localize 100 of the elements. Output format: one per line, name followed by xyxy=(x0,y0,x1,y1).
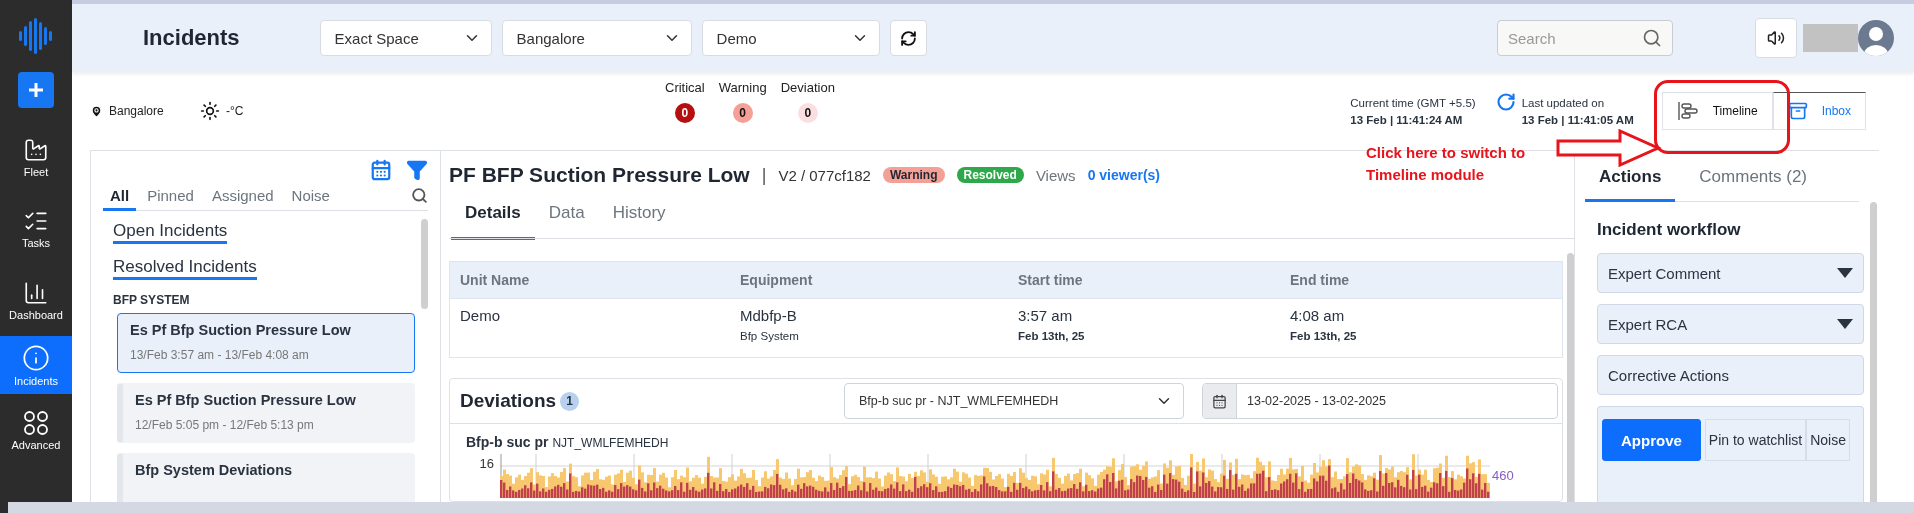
axis-label: 16 xyxy=(478,456,494,471)
filter-tab[interactable]: Assigned xyxy=(204,187,281,211)
user-name-block xyxy=(1803,24,1858,52)
last-updated-value: 13 Feb | 11:41:05 AM xyxy=(1521,113,1634,126)
avatar-icon[interactable] xyxy=(1858,20,1894,56)
version-text: V2 / 077cf182 xyxy=(778,166,871,184)
group-heading: BFP SYSTEM xyxy=(113,293,191,307)
column-header: Equipment xyxy=(730,262,1008,299)
table-cell-text: Mdbfp-B xyxy=(740,307,798,324)
filter-dropdown[interactable]: Demo xyxy=(701,20,880,56)
panel-tab[interactable]: Actions xyxy=(1585,167,1676,202)
axis-label: 460 xyxy=(1492,468,1515,483)
temperature-text: -°C xyxy=(226,104,244,118)
nav-item[interactable]: Advanced xyxy=(0,394,72,466)
current-time-label: Current time (GMT +5.5) xyxy=(1350,96,1476,109)
grid-icon xyxy=(23,409,49,436)
severity-label: Deviation xyxy=(780,79,835,95)
scrollbar[interactable] xyxy=(1567,253,1574,502)
views-label: Views xyxy=(1035,166,1076,184)
workflow-title: Incident workflow xyxy=(1597,220,1742,240)
detail-tab[interactable]: Details xyxy=(451,203,535,240)
refresh-button[interactable] xyxy=(889,20,927,56)
action-button[interactable]: Noise xyxy=(1806,419,1850,461)
refresh-icon[interactable] xyxy=(1495,92,1516,112)
last-updated-label: Last updated on xyxy=(1521,96,1606,109)
column-header: Unit Name xyxy=(450,262,730,299)
incident-card[interactable]: Es Pf Bfp Suction Pressure Low 13/Feb 3:57 am - 13/Feb 4:08 am xyxy=(117,313,415,373)
table-cell-text: 3:57 am xyxy=(1018,307,1074,324)
refresh-icon xyxy=(899,29,917,47)
column-header: End time xyxy=(1280,262,1562,299)
timeline-button[interactable]: Timeline xyxy=(1661,92,1773,130)
chart-tag: NJT_WMLFEMHEDH xyxy=(552,436,669,450)
scrollbar[interactable] xyxy=(1870,202,1877,502)
chart-title: Bfp-b suc pr xyxy=(466,434,549,450)
info-icon xyxy=(22,343,50,372)
incident-card[interactable]: Es Pf Bfp Suction Pressure Low 12/Feb 5:05 pm - 12/Feb 5:13 pm xyxy=(117,383,415,443)
scrollbar[interactable] xyxy=(421,219,428,309)
current-time-value: 13 Feb | 11:41:24 AM xyxy=(1350,113,1464,126)
incident-card[interactable]: Bfp System Deviations xyxy=(117,453,415,502)
nav-item[interactable]: Tasks xyxy=(0,192,72,264)
search-icon xyxy=(1642,28,1662,48)
sensor-dropdown[interactable]: Bfp-b suc pr - NJT_WMLFEMHEDH xyxy=(844,383,1184,419)
table-cell-text: 4:08 am xyxy=(1290,307,1346,324)
action-button[interactable]: Approve xyxy=(1602,419,1701,461)
inbox-button[interactable]: Inbox xyxy=(1772,92,1866,130)
table-cell-subtext: Feb 13th, 25 xyxy=(1018,330,1086,342)
count-badge: 1 xyxy=(560,391,580,411)
horizontal-scrollbar[interactable] xyxy=(8,502,1914,513)
caret-down-icon xyxy=(1837,268,1853,278)
nav-item[interactable]: Dashboard xyxy=(0,264,72,336)
sound-button[interactable] xyxy=(1755,18,1797,58)
date-range-field[interactable]: 13-02-2025 - 13-02-2025 xyxy=(1202,383,1558,419)
filter-tab[interactable]: All xyxy=(103,187,137,211)
severity-count: 0 xyxy=(674,102,695,123)
calendar-icon xyxy=(1212,393,1227,409)
speaker-icon xyxy=(1767,29,1785,47)
sun-icon xyxy=(200,101,220,121)
section-link[interactable]: Resolved Incidents xyxy=(113,257,257,280)
viewers-link[interactable]: 0 viewer(s) xyxy=(1087,167,1160,183)
archive-icon xyxy=(1787,101,1808,121)
search-icon[interactable] xyxy=(411,187,428,204)
workflow-section[interactable]: Expert Comment xyxy=(1597,253,1864,293)
separator-text: | xyxy=(761,164,767,186)
annotation-text: Click here to switch to Timeline module xyxy=(1366,143,1527,185)
column-header: Start time xyxy=(1008,262,1280,299)
table-cell-text: Demo xyxy=(460,307,501,324)
status-badge: Warning xyxy=(882,167,945,183)
plus-icon xyxy=(27,81,45,99)
detail-tab[interactable]: Data xyxy=(534,203,599,240)
filter-icon[interactable] xyxy=(406,159,428,181)
logo-icon xyxy=(17,16,55,56)
incident-title: PF BFP Suction Pressure Low xyxy=(449,163,750,187)
severity-label: Warning xyxy=(718,79,767,95)
filter-dropdown[interactable]: Exact Space xyxy=(319,20,492,56)
table-cell-subtext: Feb 13th, 25 xyxy=(1290,330,1358,342)
severity-label: Critical xyxy=(665,79,705,95)
severity-count: 0 xyxy=(797,102,818,123)
factory-icon xyxy=(23,136,49,163)
caret-down-icon xyxy=(1837,319,1853,329)
workflow-section[interactable]: Expert RCA xyxy=(1597,304,1864,344)
table-cell-subtext: Bfp System xyxy=(740,330,800,342)
nav-item[interactable]: Fleet xyxy=(0,122,72,192)
location-text: Bangalore xyxy=(109,104,164,118)
location-pin-icon xyxy=(90,104,103,118)
timeline-icon xyxy=(1676,101,1699,121)
nav-item[interactable]: Incidents xyxy=(0,336,72,394)
detail-tab[interactable]: History xyxy=(598,203,680,240)
filter-dropdown[interactable]: Bangalore xyxy=(501,20,692,56)
filter-tab[interactable]: Pinned xyxy=(140,187,201,211)
action-button[interactable]: Pin to watchlist xyxy=(1704,419,1807,461)
workflow-section[interactable]: Corrective Actions xyxy=(1597,355,1864,395)
calendar-icon[interactable] xyxy=(370,159,392,181)
deviations-title: Deviations xyxy=(460,390,557,412)
section-link[interactable]: Open Incidents xyxy=(113,221,228,244)
status-badge: Resolved xyxy=(956,167,1024,183)
page-title: Incidents xyxy=(143,25,240,51)
add-button[interactable] xyxy=(18,72,54,108)
filter-tab[interactable]: Noise xyxy=(284,187,337,211)
panel-tab[interactable]: Comments (2) xyxy=(1685,167,1822,202)
severity-count: 0 xyxy=(732,102,753,123)
